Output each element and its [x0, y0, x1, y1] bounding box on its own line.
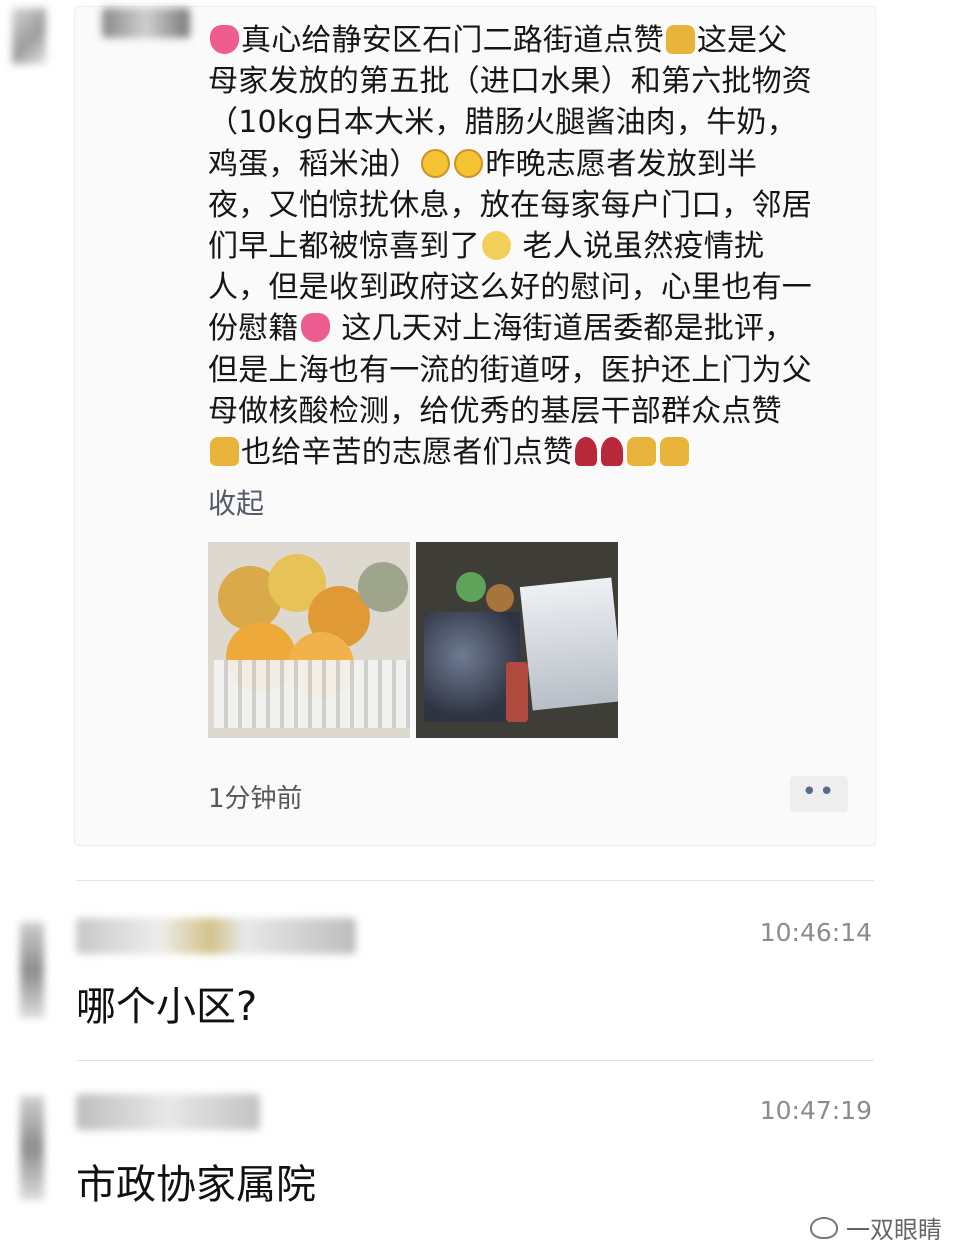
comment-text: 市政协家属院: [76, 1162, 316, 1208]
post-text: 真心给静安区石门二路街道点赞 这是父 母家发放的第五批（进口水果）和第六批物资 （10…: [208, 20, 858, 473]
divider: [76, 880, 874, 881]
post-text-line: 真心给静安区石门二路街道点赞 这是父: [208, 20, 858, 61]
comment-avatar[interactable]: [20, 922, 44, 1018]
comment-avatar[interactable]: [20, 1096, 44, 1200]
post-text-segment: 夜，又怕惊扰休息，放在每家每户门口，邻居: [208, 187, 812, 223]
thumb-icon: [665, 25, 695, 54]
post-text-line: 母家发放的第五批（进口水果）和第六批物资: [208, 61, 858, 102]
post-text-segment: 们早上都被惊喜到了: [208, 229, 480, 265]
post-text-line: 夜，又怕惊扰休息，放在每家每户门口，邻居: [208, 185, 858, 226]
post-text-segment: （10kg日本大米，腊肠火腿酱油肉，牛奶，: [208, 105, 797, 141]
grin-icon: [481, 231, 511, 261]
post-text-line: 母做核酸检测，给优秀的基层干部群众点赞: [208, 391, 858, 432]
smile-icon: [421, 148, 451, 178]
heart-icon: [300, 313, 330, 343]
post-text-segment: 人，但是收到政府这么好的慰问，心里也有一: [208, 270, 812, 306]
post-photo-fruit[interactable]: [208, 542, 410, 738]
post-text-segment: 鸡蛋，稻米油）: [208, 146, 420, 182]
heart-icon: [210, 25, 239, 54]
post-text-segment: 份慰籍: [208, 311, 299, 347]
supply-item: [456, 572, 486, 602]
comment-time: 10:47:19: [759, 1096, 872, 1125]
post-text-segment: 也给辛苦的志愿者们点赞: [241, 435, 574, 471]
post-text-line: 鸡蛋，稻米油） 昨晚志愿者发放到半: [208, 144, 858, 185]
post-time: 1分钟前: [208, 784, 303, 814]
collapse-link[interactable]: 收起: [208, 482, 264, 522]
fruit-shape: [358, 562, 408, 612]
post-author-name[interactable]: [102, 8, 190, 38]
supply-item: [506, 662, 528, 722]
post-text-line: （10kg日本大米，腊肠火腿酱油肉，牛奶，: [208, 102, 858, 143]
post-avatar[interactable]: [12, 8, 46, 64]
supply-item: [486, 584, 514, 612]
post-text-line: 但是上海也有一流的街道呀，医护还上门为父: [208, 350, 858, 391]
post-text-segment: 这是父: [696, 23, 788, 58]
comment-author-name[interactable]: [76, 918, 356, 954]
rose-icon: [575, 437, 598, 467]
post-text-segment: 这几天对上海街道居委都是批评，: [331, 311, 795, 347]
post-text-segment: 母做核酸检测，给优秀的基层干部群众点赞: [208, 393, 782, 429]
post-text-line: 也给辛苦的志愿者们点赞: [208, 432, 858, 473]
post-text-segment: 母家发放的第五批（进口水果）和第六批物资: [208, 64, 812, 100]
comment-text: 哪个小区?: [76, 984, 258, 1030]
smile-icon: [454, 148, 484, 178]
rose-icon: [601, 437, 624, 467]
post-text-line: 份慰籍 这几天对上海街道居委都是批评，: [208, 308, 858, 349]
post-text-segment: 真心给静安区石门二路街道点赞: [241, 23, 664, 58]
more-button[interactable]: ••: [790, 776, 848, 812]
comment-author-name[interactable]: [76, 1094, 260, 1130]
thumb-icon: [660, 437, 690, 467]
comment-time: 10:46:14: [759, 918, 872, 947]
post-text-segment: 老人说虽然疫情扰: [512, 229, 765, 265]
rice-bag: [519, 577, 618, 711]
post-text-segment: 但是上海也有一流的街道呀，医护还上门为父: [208, 352, 812, 388]
wechat-icon: [810, 1216, 838, 1239]
post-text-line: 们早上都被惊喜到了 老人说虽然疫情扰: [208, 226, 858, 267]
post-photo-supplies[interactable]: [416, 542, 618, 738]
watermark-text: 一双眼睛: [846, 1216, 942, 1244]
post-text-line: 人，但是收到政府这么好的慰问，心里也有一: [208, 267, 858, 308]
thumb-icon: [627, 437, 657, 467]
watermark: 一双眼睛: [810, 1210, 942, 1245]
post-text-segment: 昨晚志愿者发放到半: [485, 146, 758, 182]
divider: [76, 1060, 874, 1061]
fruit-crate: [214, 660, 410, 728]
thumb-icon: [210, 437, 239, 467]
